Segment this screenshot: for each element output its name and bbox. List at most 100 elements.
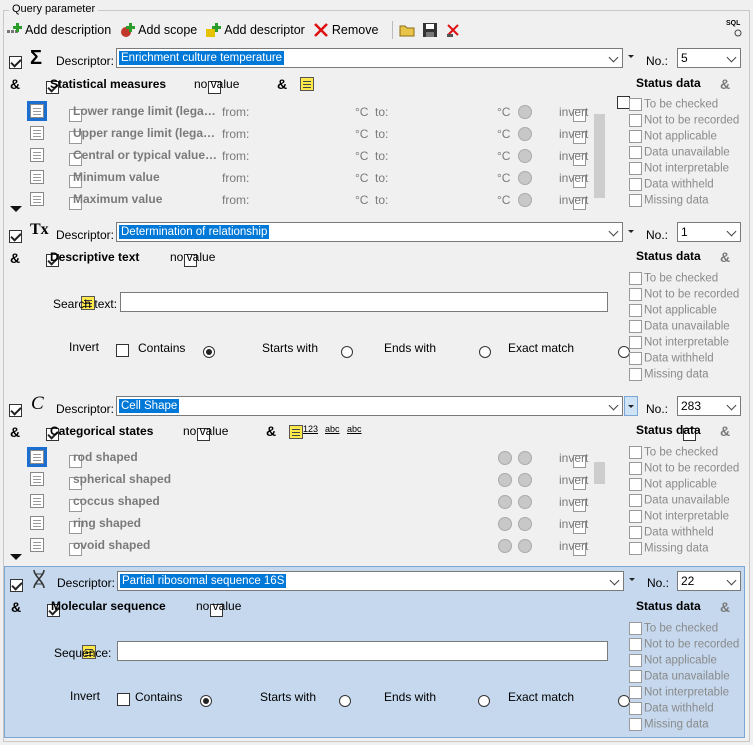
list-item[interactable]: Minimum value from: °C to: °C invert — [30, 168, 590, 189]
list-item[interactable]: Maximum value from: °C to: °C invert — [30, 190, 590, 211]
status-checkbox[interactable] — [629, 622, 642, 635]
scrollbar-thumb[interactable] — [594, 114, 605, 198]
status-checkbox[interactable] — [629, 98, 642, 111]
status-item[interactable]: Data unavailable — [629, 320, 730, 333]
dropdown-small-icon[interactable] — [628, 55, 634, 58]
list-item[interactable]: ovoid shaped invert — [30, 536, 590, 557]
status-item[interactable]: Not interpretable — [629, 336, 729, 349]
open-folder-button[interactable] — [399, 22, 418, 38]
clear-button[interactable] — [445, 22, 464, 38]
contains-radio[interactable] — [202, 345, 215, 358]
status-item[interactable]: To be checked — [629, 446, 718, 459]
descriptor-enable-checkbox[interactable] — [9, 56, 22, 70]
exact-match-radio[interactable] — [617, 694, 630, 707]
status-item[interactable]: Data withheld — [629, 178, 714, 191]
list-item[interactable]: Central or typical value… from: °C to: °… — [30, 146, 590, 167]
status-item[interactable]: Not to be recorded — [629, 638, 739, 651]
status-item[interactable]: Not to be recorded — [629, 288, 739, 301]
descriptor-enable-checkbox[interactable] — [10, 579, 23, 593]
rows-scrollbar[interactable] — [592, 100, 606, 212]
status-checkbox[interactable] — [629, 130, 642, 143]
status-checkbox[interactable] — [629, 542, 642, 555]
status-checkbox[interactable] — [629, 510, 642, 523]
remove-button[interactable]: Remove — [313, 22, 378, 38]
invert-checkbox[interactable] — [116, 344, 130, 358]
status-and-icon[interactable]: & — [720, 599, 730, 615]
status-item[interactable]: Not applicable — [629, 130, 717, 143]
status-item[interactable]: To be checked — [629, 272, 718, 285]
status-checkbox[interactable] — [629, 320, 642, 333]
chevron-down-icon[interactable] — [609, 226, 619, 236]
status-checkbox[interactable] — [629, 446, 642, 459]
status-checkbox[interactable] — [629, 462, 642, 475]
dropdown-small-button[interactable] — [624, 396, 638, 416]
add-descriptor-button[interactable]: Add descriptor — [205, 22, 305, 38]
status-item[interactable]: Missing data — [629, 718, 709, 731]
status-checkbox[interactable] — [629, 478, 642, 491]
status-checkbox[interactable] — [629, 654, 642, 667]
status-item[interactable]: Data unavailable — [629, 494, 730, 507]
chevron-down-icon[interactable] — [610, 575, 620, 585]
status-checkbox[interactable] — [629, 718, 642, 731]
status-checkbox[interactable] — [629, 368, 642, 381]
select-all-icon[interactable] — [289, 425, 304, 439]
status-item[interactable]: Not interpretable — [629, 686, 729, 699]
descriptor-combo[interactable]: Cell Shape — [116, 396, 623, 416]
status-checkbox[interactable] — [629, 178, 642, 191]
list-item[interactable]: ring shaped invert — [30, 514, 590, 535]
expand-arrow-icon[interactable] — [10, 206, 22, 212]
status-checkbox[interactable] — [629, 162, 642, 175]
chevron-down-icon[interactable] — [727, 226, 737, 236]
add-description-button[interactable]: Add description — [6, 22, 111, 38]
status-checkbox[interactable] — [629, 686, 642, 699]
no-combo[interactable]: 1 — [677, 222, 741, 242]
panel-sequence[interactable]: Descriptor: Partial ribosomal sequence 1… — [4, 566, 745, 738]
status-item[interactable]: Missing data — [629, 194, 709, 207]
starts-with-radio[interactable] — [339, 694, 352, 707]
chevron-down-icon[interactable] — [609, 400, 619, 410]
status-item[interactable]: Data withheld — [629, 526, 714, 539]
chevron-down-icon[interactable] — [609, 52, 619, 62]
status-item[interactable]: Not interpretable — [629, 510, 729, 523]
status-item[interactable]: Missing data — [629, 368, 709, 381]
status-checkbox[interactable] — [629, 272, 642, 285]
status-item[interactable]: Not applicable — [629, 478, 717, 491]
status-item[interactable]: Data unavailable — [629, 670, 730, 683]
expand-arrow-icon[interactable] — [10, 554, 22, 560]
status-checkbox[interactable] — [629, 304, 642, 317]
add-scope-button[interactable]: Add scope — [119, 22, 197, 38]
no-combo[interactable]: 283 — [677, 396, 741, 416]
status-checkbox[interactable] — [629, 146, 642, 159]
dropdown-small-icon[interactable] — [629, 578, 635, 581]
status-item[interactable]: To be checked — [629, 622, 718, 635]
search-text-input[interactable] — [120, 292, 608, 312]
status-item[interactable]: Not interpretable — [629, 162, 729, 175]
and-toggle-icon[interactable]: & — [277, 76, 287, 92]
starts-with-radio[interactable] — [341, 345, 354, 358]
status-item[interactable]: Data withheld — [629, 352, 714, 365]
list-item[interactable]: Lower range limit (lega… from: °C to: °C… — [27, 101, 590, 123]
status-checkbox[interactable] — [629, 494, 642, 507]
no-combo[interactable]: 22 — [677, 571, 741, 591]
list-item[interactable]: spherical shaped invert — [30, 470, 590, 491]
chevron-down-icon[interactable] — [727, 400, 737, 410]
list-item[interactable]: coccus shaped invert — [30, 492, 590, 513]
status-item[interactable]: Not to be recorded — [629, 114, 739, 127]
contains-radio[interactable] — [199, 694, 212, 707]
status-checkbox[interactable] — [629, 638, 642, 651]
dropdown-small-icon[interactable] — [628, 230, 634, 233]
chevron-down-icon[interactable] — [727, 575, 737, 585]
status-item[interactable]: Not applicable — [629, 654, 717, 667]
status-checkbox[interactable] — [629, 194, 642, 207]
status-item[interactable]: Not applicable — [629, 304, 717, 317]
status-checkbox[interactable] — [629, 288, 642, 301]
no-combo[interactable]: 5 — [677, 48, 741, 68]
status-checkbox[interactable] — [629, 702, 642, 715]
scrollbar-thumb[interactable] — [594, 462, 605, 484]
save-button[interactable] — [422, 22, 441, 38]
descriptor-combo[interactable]: Determination of relationship — [116, 222, 623, 242]
sequence-input[interactable] — [117, 641, 608, 661]
descriptor-enable-checkbox[interactable] — [9, 404, 22, 418]
and-toggle-icon[interactable]: & — [266, 423, 276, 439]
invert-checkbox[interactable] — [117, 693, 131, 707]
